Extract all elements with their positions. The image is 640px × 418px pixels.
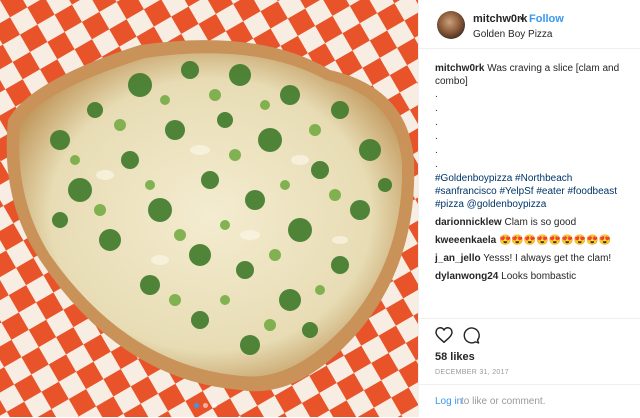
likes-count[interactable]: 58 likes	[435, 351, 475, 363]
comment-text: Clam is so good	[504, 217, 577, 228]
comments-section: mitchw0rk Was craving a slice [clam and …	[435, 62, 631, 283]
pizza-photo-illustration	[0, 0, 418, 417]
comment-text: Looks bombastic	[501, 271, 577, 282]
comment-text: Yesss! I always get the clam!	[483, 253, 612, 264]
caption: mitchw0rk Was craving a slice [clam and …	[435, 62, 631, 88]
caption-dot-line: .	[435, 89, 438, 100]
comment-username[interactable]: dylanwong24	[435, 271, 498, 282]
post-date: DECEMBER 31, 2017	[435, 369, 509, 376]
post-actions: 58 likes DECEMBER 31, 2017	[419, 318, 640, 376]
comment-icon[interactable]	[463, 327, 480, 349]
comment: darionnicklew Clam is so good	[435, 216, 631, 229]
avatar[interactable]	[437, 11, 465, 39]
heart-icon[interactable]	[435, 326, 453, 348]
post-side-panel: mitchw0rk • Follow Golden Boy Pizza mitc…	[418, 0, 640, 417]
comment-username[interactable]: darionnicklew	[435, 217, 502, 228]
comment-username[interactable]: j_an_jello	[435, 253, 481, 264]
separator-dot: •	[520, 13, 524, 25]
carousel-indicator	[194, 403, 217, 408]
login-prompt-text: to like or comment.	[461, 396, 546, 407]
comment: j_an_jello Yesss! I always get the clam!	[435, 252, 631, 265]
login-prompt: Log in to like or comment.	[419, 384, 640, 418]
post-header: mitchw0rk • Follow Golden Boy Pizza	[419, 0, 640, 49]
instagram-post: mitchw0rk • Follow Golden Boy Pizza mitc…	[0, 0, 640, 417]
follow-button[interactable]: Follow	[529, 13, 564, 25]
carousel-dot-active	[194, 403, 199, 408]
caption-dot-line: .	[435, 145, 438, 156]
comment: dylanwong24 Looks bombastic	[435, 270, 631, 283]
carousel-dot	[203, 403, 208, 408]
comment: kweeenkaela 😍😍😍😍😍😍😍😍😍	[435, 234, 631, 247]
login-link[interactable]: Log in	[435, 396, 462, 407]
location-link[interactable]: Golden Boy Pizza	[473, 29, 553, 40]
caption-dot-line: .	[435, 159, 438, 170]
carousel-dot	[212, 403, 217, 408]
comment-username[interactable]: kweeenkaela	[435, 235, 496, 246]
caption-hashtags[interactable]: #Goldenboypizza #Northbeach #sanfrancisc…	[435, 172, 631, 211]
caption-dot-line: .	[435, 131, 438, 142]
post-photo[interactable]	[0, 0, 418, 417]
caption-dot-line: .	[435, 117, 438, 128]
caption-username[interactable]: mitchw0rk	[435, 63, 484, 74]
comment-text: 😍😍😍😍😍😍😍😍😍	[498, 235, 612, 246]
caption-dot-line: .	[435, 103, 438, 114]
